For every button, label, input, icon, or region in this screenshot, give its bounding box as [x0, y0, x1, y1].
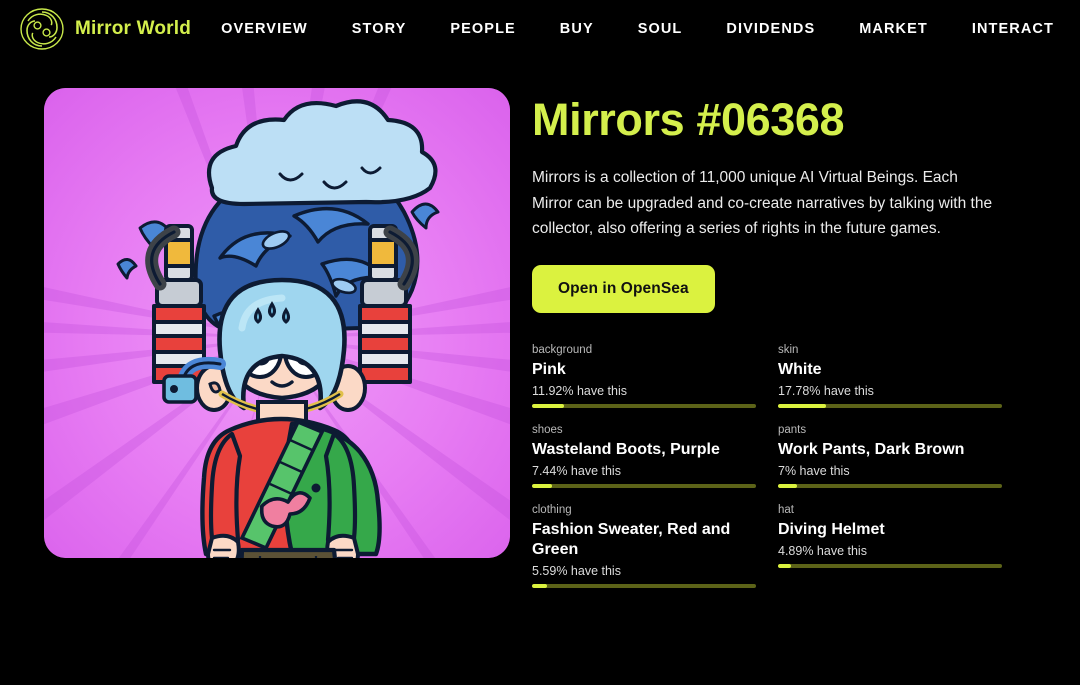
nav-item-story[interactable]: STORY [352, 21, 407, 37]
nft-description: Mirrors is a collection of 11,000 unique… [532, 169, 993, 237]
attributes-grid: background Pink 11.92% have this skin Wh… [532, 341, 1004, 588]
attribute-value: Work Pants, Dark Brown [778, 440, 965, 458]
attribute-rarity-bar-fill [778, 563, 792, 568]
brand-logo[interactable]: Mirror World [18, 5, 191, 53]
nav-item-soul[interactable]: SOUL [638, 21, 683, 37]
attribute-rarity-bar-fill [532, 483, 552, 488]
attribute-rarity-bar-fill [778, 483, 797, 488]
nft-artwork-card[interactable] [44, 88, 510, 558]
main-content: Mirrors #06368 Mirrors is a collection o… [0, 58, 1080, 588]
nav-item-people[interactable]: PEOPLE [450, 21, 515, 37]
attribute-type: hat [778, 503, 794, 516]
attribute-value: Diving Helmet [778, 520, 885, 538]
attribute-type: clothing [532, 503, 572, 516]
nft-details-panel: Mirrors #06368 Mirrors is a collection o… [532, 88, 1032, 588]
attribute-rarity: 5.59% have this [532, 563, 621, 578]
nft-artwork-image [44, 88, 510, 558]
attribute-type: skin [778, 344, 799, 356]
attribute-card-shoes[interactable]: shoes Wasteland Boots, Purple 7.44% have… [532, 421, 756, 488]
attribute-card-clothing[interactable]: clothing Fashion Sweater, Red and Green … [532, 501, 756, 588]
brand-name: Mirror World [75, 18, 192, 39]
attribute-rarity-bar-fill [532, 403, 565, 408]
attribute-rarity-bar [532, 403, 756, 408]
attribute-rarity-bar-fill [532, 583, 548, 588]
mirror-world-aperture-logo-icon [18, 5, 66, 53]
attribute-rarity-bar [778, 403, 1002, 408]
attribute-card-skin[interactable]: skin White 17.78% have this [778, 341, 1002, 408]
attribute-type: pants [778, 423, 807, 436]
nav-item-market[interactable]: MARKET [859, 21, 928, 37]
attribute-value: White [778, 360, 822, 378]
attribute-card-hat[interactable]: hat Diving Helmet 4.89% have this [778, 501, 1002, 588]
attribute-value: Pink [532, 360, 566, 378]
page-title: Mirrors #06368 [532, 94, 845, 145]
attribute-card-pants[interactable]: pants Work Pants, Dark Brown 7% have thi… [778, 421, 1002, 488]
attribute-value: Wasteland Boots, Purple [532, 440, 720, 458]
nav-links: OVERVIEW STORY PEOPLE BUY SOUL DIVIDENDS… [221, 21, 1080, 37]
attribute-rarity-bar-fill [778, 403, 826, 408]
top-navigation-bar: Mirror World OVERVIEW STORY PEOPLE BUY S… [0, 0, 1080, 58]
attribute-rarity-bar [532, 583, 756, 588]
attribute-type: shoes [532, 423, 563, 436]
nav-item-buy[interactable]: BUY [560, 21, 594, 37]
nav-item-dividends[interactable]: DIVIDENDS [726, 21, 815, 37]
attribute-rarity-bar [778, 563, 1002, 568]
attribute-value: Fashion Sweater, Red and Green [532, 520, 731, 558]
nav-item-overview[interactable]: OVERVIEW [221, 21, 308, 37]
attribute-rarity: 7.44% have this [532, 463, 621, 478]
attribute-type: background [532, 344, 593, 356]
attribute-card-background[interactable]: background Pink 11.92% have this [532, 341, 756, 408]
attribute-rarity: 17.78% have this [778, 383, 874, 398]
attribute-rarity: 4.89% have this [778, 543, 867, 558]
attribute-rarity: 11.92% have this [532, 383, 627, 398]
attribute-rarity-bar [532, 483, 756, 488]
nav-item-interact[interactable]: INTERACT [972, 21, 1054, 37]
attribute-rarity: 7% have this [778, 463, 850, 478]
attribute-rarity-bar [778, 483, 1002, 488]
open-in-opensea-button[interactable]: Open in OpenSea [532, 265, 715, 313]
